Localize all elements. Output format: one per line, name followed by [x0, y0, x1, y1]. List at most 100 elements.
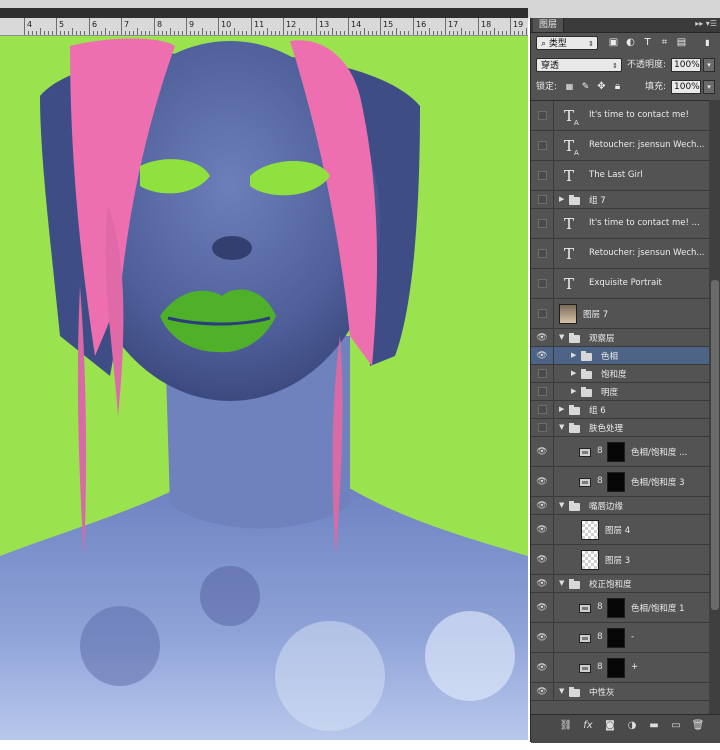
layer-row[interactable]: 👁︎ 图层 4	[531, 515, 709, 545]
document-canvas[interactable]	[0, 36, 528, 740]
layer-group-row[interactable]: ▼ 肤色处理	[531, 419, 709, 437]
filter-kind-select[interactable]: ⌕ 类型 ⇕	[536, 36, 598, 50]
opacity-input[interactable]: 100%	[671, 58, 701, 72]
lock-brush-icon[interactable]: ✎	[579, 81, 592, 93]
layer-row[interactable]: 👁︎ 8 色相/饱和度 1	[531, 593, 709, 623]
expand-arrow-icon[interactable]: ▶	[571, 369, 576, 377]
eye-icon[interactable]: 👁︎	[535, 477, 549, 487]
visibility-toggle-box[interactable]	[535, 219, 549, 231]
eye-icon[interactable]: 👁︎	[535, 555, 549, 565]
eye-icon[interactable]: 👁︎	[535, 333, 549, 343]
blend-mode-select[interactable]: 穿透 ⇕	[536, 58, 622, 72]
layer-group-row[interactable]: 👁︎ ▼ 校正饱和度	[531, 575, 709, 593]
lock-move-icon[interactable]: ✥	[595, 81, 608, 93]
layer-row[interactable]: TA It's time to contact me!	[531, 101, 709, 131]
layers-scrollbar[interactable]	[709, 100, 720, 714]
mask-link-icon[interactable]: 8	[597, 476, 603, 486]
collapse-arrow-icon[interactable]: ▼	[559, 687, 564, 695]
lock-transparent-icon[interactable]: ▦	[563, 81, 576, 93]
eye-icon[interactable]: 👁︎	[535, 525, 549, 535]
mask-link-icon[interactable]: 8	[597, 602, 603, 612]
scrollbar-thumb[interactable]	[711, 280, 719, 610]
collapse-arrow-icon[interactable]: ▼	[559, 333, 564, 341]
visibility-toggle-box[interactable]	[535, 141, 549, 153]
layer-mask-thumbnail[interactable]	[607, 472, 625, 492]
layer-group-row[interactable]: ▶ 组 6	[531, 401, 709, 419]
adjustment-icon[interactable]: ◑	[625, 720, 639, 731]
layer-row[interactable]: 👁︎ 8 色相/饱和度 ...	[531, 437, 709, 467]
link-icon[interactable]: ⛓	[559, 720, 573, 731]
visibility-toggle-box[interactable]	[535, 111, 549, 123]
visibility-toggle-box[interactable]	[535, 405, 549, 417]
ruler-minor-tick	[158, 31, 159, 35]
expand-arrow-icon[interactable]: ▶	[559, 195, 564, 203]
layer-group-row[interactable]: ▶ 组 7	[531, 191, 709, 209]
shape-filter-icon[interactable]: ⌗	[658, 37, 671, 49]
tab-layers[interactable]: 图层	[533, 18, 565, 32]
folder-icon[interactable]: ▬	[647, 720, 661, 731]
eye-icon[interactable]: 👁︎	[535, 351, 549, 361]
image-filter-icon[interactable]: ▣	[607, 37, 620, 49]
layer-row[interactable]: T It's time to contact me! ...	[531, 209, 709, 239]
layer-group-row[interactable]: 👁︎ ▼ 观察层	[531, 329, 709, 347]
eye-icon[interactable]: 👁︎	[535, 603, 549, 613]
mask-icon[interactable]: ◙	[603, 720, 617, 731]
layer-row[interactable]: 👁︎ 8 -	[531, 623, 709, 653]
layer-row[interactable]: T Retoucher: jsensun Wech...	[531, 239, 709, 269]
visibility-toggle-box[interactable]	[535, 171, 549, 183]
fx-icon[interactable]: fx	[581, 720, 595, 731]
layer-mask-thumbnail[interactable]	[607, 658, 625, 678]
layer-group-row[interactable]: ▶ 饱和度	[531, 365, 709, 383]
expand-arrow-icon[interactable]: ▶	[571, 351, 576, 359]
adjustment-filter-icon[interactable]: ◐	[624, 37, 637, 49]
mask-link-icon[interactable]: 8	[597, 446, 603, 456]
new-layer-icon[interactable]: ▭	[669, 720, 683, 731]
eye-icon[interactable]: 👁︎	[535, 663, 549, 673]
visibility-toggle-box[interactable]	[535, 279, 549, 291]
fill-dropdown-button[interactable]: ▾	[703, 80, 715, 94]
layer-name: 中性灰	[589, 688, 615, 698]
visibility-toggle-box[interactable]	[535, 423, 549, 435]
ruler-major-tick	[348, 18, 349, 35]
opacity-dropdown-button[interactable]: ▾	[703, 58, 715, 72]
eye-icon[interactable]: 👁︎	[535, 579, 549, 589]
layer-mask-thumbnail[interactable]	[607, 442, 625, 462]
mask-link-icon[interactable]: 8	[597, 632, 603, 642]
trash-icon[interactable]: 🗑︎	[691, 720, 705, 731]
filter-toggle-icon[interactable]: ▮	[701, 37, 714, 49]
layer-mask-thumbnail[interactable]	[607, 598, 625, 618]
eye-icon[interactable]: 👁︎	[535, 633, 549, 643]
eye-icon[interactable]: 👁︎	[535, 501, 549, 511]
expand-arrow-icon[interactable]: ▶	[559, 405, 564, 413]
visibility-toggle-box[interactable]	[535, 195, 549, 207]
layer-row[interactable]: T Exquisite Portrait	[531, 269, 709, 299]
type-filter-icon[interactable]: T	[641, 37, 654, 49]
layer-row[interactable]: T The Last Girl	[531, 161, 709, 191]
layer-row[interactable]: 👁︎ 8 +	[531, 653, 709, 683]
visibility-toggle-box[interactable]	[535, 249, 549, 261]
layer-row[interactable]: 图层 7	[531, 299, 709, 329]
smart-object-filter-icon[interactable]: ▤	[675, 37, 688, 49]
mask-link-icon[interactable]: 8	[597, 662, 603, 672]
layer-group-row[interactable]: 👁︎ ▶ 色相	[531, 347, 709, 365]
layer-group-row[interactable]: 👁︎ ▼ 嘴唇边缘	[531, 497, 709, 515]
layer-row[interactable]: 👁︎ 8 色相/饱和度 3	[531, 467, 709, 497]
collapse-arrow-icon[interactable]: ▼	[559, 501, 564, 509]
layer-mask-thumbnail[interactable]	[607, 628, 625, 648]
layer-row[interactable]: TA Retoucher: jsensun Wech...	[531, 131, 709, 161]
collapse-arrow-icon[interactable]: ▼	[559, 579, 564, 587]
lock-all-icon[interactable]: 🔒︎	[611, 81, 624, 93]
layer-group-row[interactable]: 👁︎ ▼ 中性灰	[531, 683, 709, 701]
expand-arrow-icon[interactable]: ▶	[571, 387, 576, 395]
ruler-minor-tick	[190, 31, 191, 35]
layer-group-row[interactable]: ▶ 明度	[531, 383, 709, 401]
fill-input[interactable]: 100%	[671, 80, 701, 94]
eye-icon[interactable]: 👁︎	[535, 687, 549, 697]
collapse-arrow-icon[interactable]: ▼	[559, 423, 564, 431]
visibility-toggle-box[interactable]	[535, 387, 549, 399]
panel-menu-icon[interactable]: ▸▸ ▾☰	[695, 19, 717, 28]
eye-icon[interactable]: 👁︎	[535, 447, 549, 457]
layer-row[interactable]: 👁︎ 图层 3	[531, 545, 709, 575]
visibility-toggle-box[interactable]	[535, 309, 549, 321]
visibility-toggle-box[interactable]	[535, 369, 549, 381]
